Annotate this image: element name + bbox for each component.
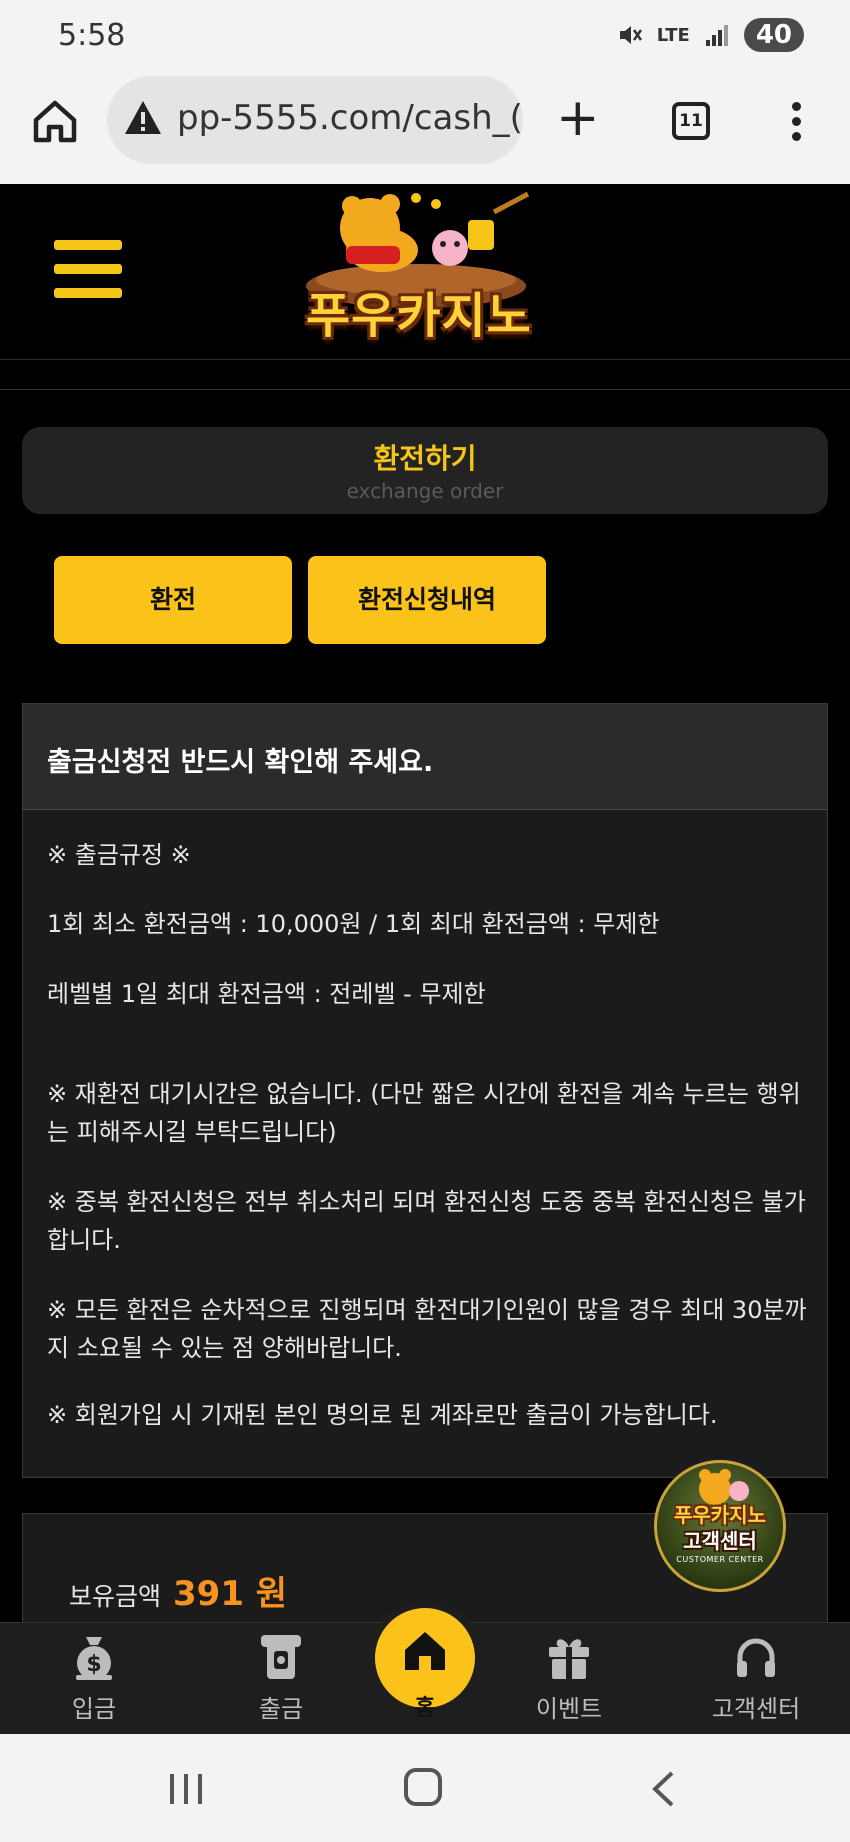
nav-withdraw[interactable]: 출금 bbox=[221, 1623, 341, 1735]
signal-icon bbox=[705, 25, 728, 46]
logo-text: 푸우카지노 bbox=[306, 288, 532, 344]
balance-label: 보유금액 bbox=[69, 1582, 162, 1611]
battery-indicator: 40 bbox=[743, 18, 804, 52]
notice-line: 1회 최소 환전금액 : 10,000원 / 1회 최대 환전금액 : 무제한 bbox=[47, 910, 660, 938]
nav-home-label: 홈 bbox=[414, 1696, 436, 1721]
browser-home-button[interactable] bbox=[30, 96, 80, 146]
page-title: 환전하기 bbox=[373, 442, 477, 475]
nav-deposit[interactable]: $ 입금 bbox=[34, 1623, 154, 1735]
notice-line: ※ 출금규정 ※ bbox=[47, 841, 191, 869]
customer-center-float-button[interactable]: 푸우카지노 고객센터 CUSTOMER CENTER bbox=[654, 1460, 786, 1592]
site-logo[interactable]: 푸우카지노 bbox=[298, 190, 548, 360]
atm-icon bbox=[261, 1635, 301, 1679]
home-icon bbox=[33, 100, 77, 143]
badge-logo-text: 푸우카지노 bbox=[674, 1503, 766, 1527]
network-label: LTE bbox=[656, 24, 690, 46]
nav-withdraw-label: 출금 bbox=[258, 1695, 304, 1723]
page-subtitle: exchange order bbox=[346, 479, 504, 503]
new-tab-button[interactable]: + bbox=[556, 92, 600, 144]
header-divider bbox=[0, 360, 850, 390]
recent-apps-icon[interactable] bbox=[168, 1772, 204, 1806]
browser-toolbar: pp-5555.com/cash_( + 11 bbox=[0, 68, 850, 184]
status-bar: 5:58 LTE 40 bbox=[0, 0, 850, 68]
badge-subtitle: CUSTOMER CENTER bbox=[676, 1555, 764, 1564]
withdrawal-notice-box: 출금신청전 반드시 확인해 주세요. ※ 출금규정 ※ 1회 최소 환전금액 :… bbox=[22, 703, 828, 1478]
notice-line: ※ 모든 환전은 순차적으로 진행되며 환전대기인원이 많을 경우 최대 30분… bbox=[47, 1296, 807, 1362]
notice-line: ※ 중복 환전신청은 전부 취소처리 되며 환전신청 도중 중복 환전신청은 불… bbox=[47, 1188, 806, 1254]
url-text: pp-5555.com/cash_( bbox=[177, 98, 523, 138]
address-bar[interactable]: pp-5555.com/cash_( bbox=[107, 76, 523, 164]
browser-menu-button[interactable] bbox=[788, 102, 804, 146]
notice-header: 출금신청전 반드시 확인해 주세요. bbox=[23, 704, 827, 810]
home-icon bbox=[405, 1632, 445, 1670]
balance-value: 391 원 bbox=[173, 1574, 288, 1614]
notice-line: 레벨별 1일 최대 환전금액 : 전레벨 - 무제한 bbox=[47, 980, 486, 1008]
svg-text:$: $ bbox=[86, 1652, 101, 1677]
tab-switcher-button[interactable]: 11 bbox=[672, 102, 710, 140]
gift-icon bbox=[549, 1639, 589, 1679]
notice-heading: 출금신청전 반드시 확인해 주세요. bbox=[47, 747, 434, 778]
nav-customer-center[interactable]: 고객센터 bbox=[696, 1623, 816, 1735]
back-icon[interactable] bbox=[650, 1770, 676, 1808]
system-navigation-bar bbox=[0, 1734, 850, 1842]
hamburger-menu-icon[interactable] bbox=[54, 240, 122, 302]
site-header: 푸우카지노 bbox=[0, 184, 850, 360]
nav-event[interactable]: 이벤트 bbox=[509, 1623, 629, 1735]
warning-icon bbox=[125, 101, 161, 134]
notice-line: ※ 회원가입 시 기재된 본인 명의로 된 계좌로만 출금이 가능합니다. bbox=[47, 1401, 718, 1429]
money-bag-icon: $ bbox=[76, 1637, 112, 1680]
nav-customer-center-label: 고객센터 bbox=[711, 1695, 801, 1723]
notice-line: ※ 재환전 대기시간은 없습니다. (다만 짧은 시간에 환전을 계속 누르는 … bbox=[47, 1080, 801, 1146]
page-title-panel: 환전하기 exchange order bbox=[22, 427, 828, 514]
nav-deposit-label: 입금 bbox=[71, 1695, 117, 1723]
status-icons: LTE 40 bbox=[617, 18, 804, 52]
tab-exchange-button[interactable]: 환전 bbox=[54, 556, 292, 644]
headset-icon bbox=[737, 1638, 775, 1677]
badge-title: 고객센터 bbox=[683, 1529, 757, 1553]
nav-event-label: 이벤트 bbox=[535, 1695, 603, 1723]
tab-exchange-history-button[interactable]: 환전신청내역 bbox=[308, 556, 546, 644]
system-home-icon[interactable] bbox=[404, 1768, 442, 1806]
mute-icon bbox=[619, 26, 642, 44]
status-time: 5:58 bbox=[58, 18, 126, 53]
